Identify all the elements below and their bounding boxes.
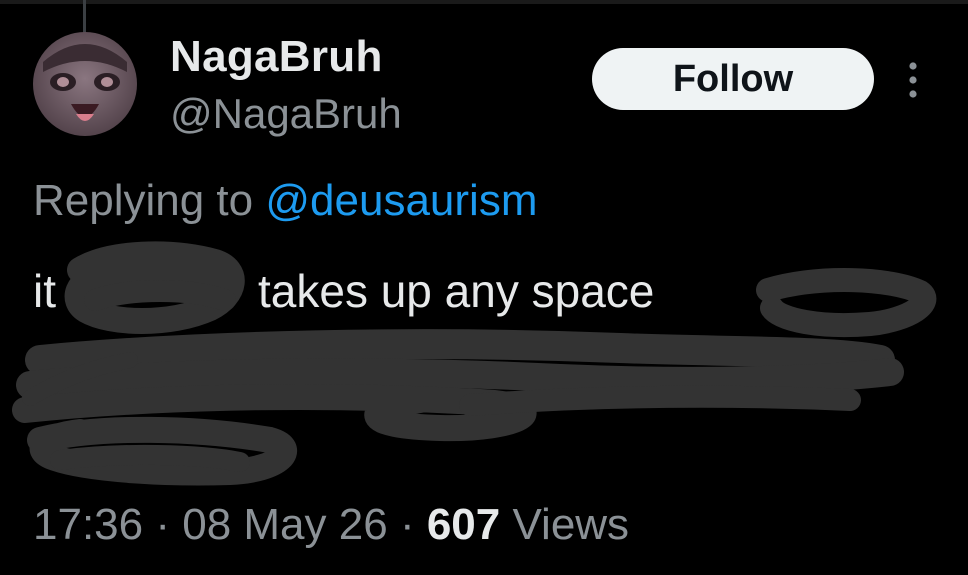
- avatar-image: [33, 32, 137, 136]
- avatar[interactable]: [33, 32, 137, 136]
- views-label[interactable]: Views: [512, 500, 629, 549]
- tweet-date[interactable]: 08 May 26: [182, 500, 387, 549]
- meta-separator: ·: [155, 500, 170, 549]
- user-handle[interactable]: @NagaBruh: [170, 90, 402, 138]
- thread-connector-line: [83, 0, 86, 34]
- replying-to-line: Replying to @deusaurism: [33, 176, 537, 226]
- display-name[interactable]: NagaBruh: [170, 32, 383, 82]
- views-count[interactable]: 607: [427, 500, 500, 549]
- tweet-time[interactable]: 17:36: [33, 500, 143, 549]
- reply-target-link[interactable]: @deusaurism: [265, 176, 537, 225]
- meta-separator: ·: [399, 500, 415, 549]
- tweet-text-start: it: [33, 265, 56, 317]
- follow-button[interactable]: Follow: [592, 48, 874, 110]
- replying-to-label: Replying to: [33, 176, 254, 225]
- tweet-text-visible: takes up any space: [258, 265, 655, 317]
- top-divider: [0, 0, 968, 4]
- tweet-meta: 17:36 · 08 May 26 · 607 Views: [33, 500, 629, 550]
- more-vertical-icon[interactable]: [900, 58, 926, 102]
